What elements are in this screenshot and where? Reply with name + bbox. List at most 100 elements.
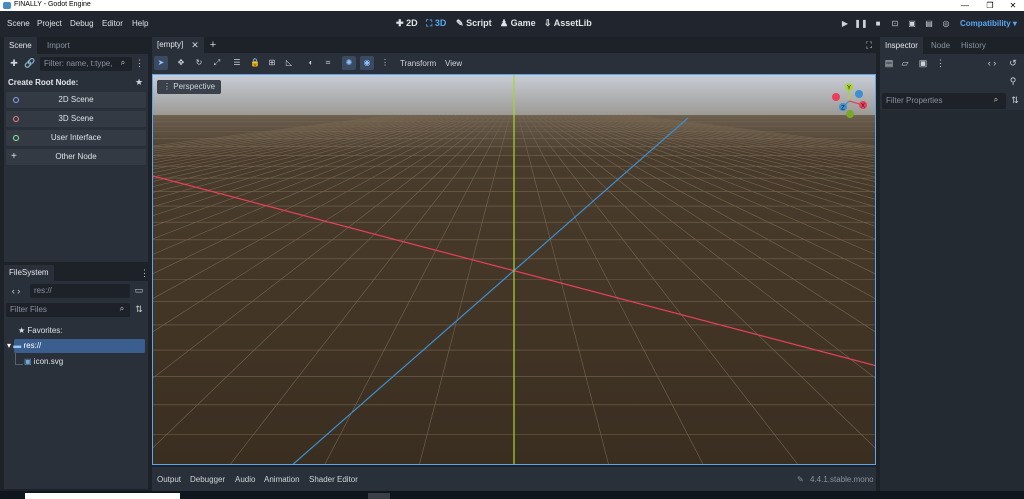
menu-scene[interactable]: Scene (7, 19, 30, 28)
play-icon[interactable]: ▶ (838, 17, 852, 31)
tab-output[interactable]: Output (157, 475, 181, 484)
property-options-icon[interactable]: ⇅ (1010, 95, 1020, 106)
workspace-script-button[interactable]: ✎ Script (456, 18, 492, 29)
open-resource-icon[interactable]: ▱ (900, 58, 910, 69)
workspace-2d-button[interactable]: ✚ 2D (396, 18, 418, 29)
split-view-icon[interactable]: ▭ (134, 285, 144, 296)
list-select-icon[interactable]: ☰ (230, 56, 244, 70)
view-gizmo[interactable]: Y X Z (829, 81, 869, 121)
scene-dock-tabbar: Scene Import (4, 37, 148, 54)
node3d-icon (13, 116, 19, 122)
taskbar-app[interactable] (368, 493, 390, 499)
root-2d-scene-button[interactable]: 2D Scene (6, 92, 146, 108)
tab-history[interactable]: History (956, 37, 991, 54)
res-root-label: res:// (23, 341, 42, 350)
menu-editor[interactable]: Editor (102, 19, 123, 28)
move-mode-icon[interactable]: ✥ (174, 56, 188, 70)
root-other-label: Other Node (55, 152, 97, 161)
tab-import[interactable]: Import (42, 37, 75, 54)
neg-z-handle[interactable] (855, 90, 863, 98)
renderer-label: Compatibility (960, 19, 1011, 28)
instance-scene-icon[interactable]: 🔗 (24, 58, 36, 69)
favorites-row[interactable]: ★ Favorites: (18, 326, 63, 335)
inspector-tabbar: Inspector Node History (880, 37, 1024, 54)
pause-icon[interactable]: ❚❚ (854, 17, 868, 31)
stop-icon[interactable]: ■ (871, 17, 885, 31)
add-tab-icon[interactable]: + (208, 39, 218, 51)
workspace-game-button[interactable]: ♟ Game (500, 18, 536, 29)
nav-back-forward-icon[interactable]: ‹ › (7, 286, 25, 296)
more-options-icon[interactable]: ⋮ (378, 56, 392, 70)
workspace-assetlib-button[interactable]: ⇩ AssetLib (544, 18, 592, 29)
taskbar-search[interactable] (25, 493, 180, 499)
add-node-icon[interactable]: ✚ (8, 58, 20, 69)
perspective-menu[interactable]: ⋮ Perspective (157, 80, 222, 94)
res-root-row[interactable]: ▾ ▬ res:// (7, 339, 145, 353)
filesystem-path-input[interactable]: res:// (30, 284, 130, 298)
tab-scene[interactable]: Scene (4, 37, 37, 54)
search-icon: ⌕ (993, 95, 999, 104)
3d-viewport[interactable]: ⋮ Perspective Y X Z (152, 74, 876, 465)
tab-node[interactable]: Node (926, 37, 955, 54)
snap-icon[interactable]: ⌗ (321, 56, 335, 70)
save-resource-icon[interactable]: ▣ (918, 58, 928, 69)
lock-icon[interactable]: 🔒 (248, 56, 262, 70)
tab-audio[interactable]: Audio (235, 475, 255, 484)
close-window-button[interactable]: ✕ (998, 0, 1024, 11)
tab-inspector[interactable]: Inspector (880, 37, 923, 54)
scale-mode-icon[interactable]: ⤢ (210, 56, 224, 70)
transform-menu[interactable]: Transform (400, 59, 436, 68)
local-space-icon[interactable]: ◐ (304, 56, 318, 70)
3d-icon: ⛶ (426, 18, 433, 28)
ruler-icon[interactable]: ◺ (282, 56, 296, 70)
more-options-icon[interactable]: ⋮ (135, 58, 144, 69)
play-custom-scene-icon[interactable]: ▤ (922, 17, 936, 31)
tab-animation[interactable]: Animation (264, 475, 300, 484)
favorite-star-icon[interactable]: ★ (134, 77, 144, 88)
neg-x-handle[interactable] (832, 93, 840, 101)
tab-filesystem[interactable]: FileSystem (4, 265, 54, 281)
play-scene-icon[interactable]: ▣ (905, 17, 919, 31)
root-3d-scene-button[interactable]: 3D Scene (6, 111, 146, 127)
perspective-label: Perspective (173, 82, 216, 91)
menu-debug[interactable]: Debug (70, 19, 94, 28)
filesystem-menu-icon[interactable]: ⋮ (140, 268, 149, 279)
tab-debugger[interactable]: Debugger (190, 475, 225, 484)
workspace-script-label: Script (466, 18, 492, 28)
scene-dock: ✚ 🔗 Filter: name, t:type, ⌕ ⋮ Create Roo… (4, 54, 148, 262)
rotate-mode-icon[interactable]: ↻ (192, 56, 206, 70)
close-tab-icon[interactable]: ✕ (190, 40, 200, 51)
game-icon: ♟ (500, 18, 509, 28)
file-row[interactable]: ▣ icon.svg (24, 357, 63, 366)
pin-icon[interactable]: ✎ (797, 475, 804, 484)
distraction-free-icon[interactable]: ⛶ (864, 40, 874, 51)
menu-help[interactable]: Help (132, 19, 148, 28)
movie-maker-icon[interactable]: ◎ (939, 17, 953, 31)
new-resource-icon[interactable]: ▤ (884, 58, 894, 69)
root-ui-button[interactable]: User Interface (6, 130, 146, 146)
group-icon[interactable]: ⊞ (265, 56, 279, 70)
remote-debug-icon[interactable]: ⊡ (888, 17, 902, 31)
sun-preview-icon[interactable]: ✺ (342, 56, 356, 70)
file-name: icon.svg (33, 357, 64, 366)
history-nav-icon[interactable]: ‹ › (982, 58, 1002, 68)
neg-y-handle[interactable] (846, 110, 854, 118)
favorites-label: Favorites: (27, 326, 63, 335)
object-history-icon[interactable]: ↺ (1008, 58, 1018, 69)
root-other-node-button[interactable]: + Other Node (6, 149, 146, 165)
select-mode-icon[interactable]: ➤ (154, 56, 168, 70)
view-menu[interactable]: View (445, 59, 462, 68)
scene-tabbar: [empty] ✕ + ⛶ (152, 37, 876, 53)
filter-properties-input[interactable]: Filter Properties (882, 93, 1006, 109)
environment-preview-icon[interactable]: ◉ (360, 56, 374, 70)
more-options-icon[interactable]: ⋮ (936, 58, 945, 69)
sort-icon[interactable]: ⇅ (134, 304, 144, 315)
renderer-dropdown[interactable]: Compatibility ▾ (960, 19, 1017, 28)
tab-shader-editor[interactable]: Shader Editor (309, 475, 358, 484)
workspace-3d-button[interactable]: ⛶ 3D (426, 18, 446, 29)
main-menubar: Scene Project Debug Editor Help ✚ 2D ⛶ 3… (0, 11, 1024, 37)
pick-property-icon[interactable]: ⚲ (1008, 76, 1018, 87)
filter-files-input[interactable]: Filter Files (6, 303, 130, 317)
menu-project[interactable]: Project (37, 19, 62, 28)
bottom-panel-bar (152, 467, 876, 491)
